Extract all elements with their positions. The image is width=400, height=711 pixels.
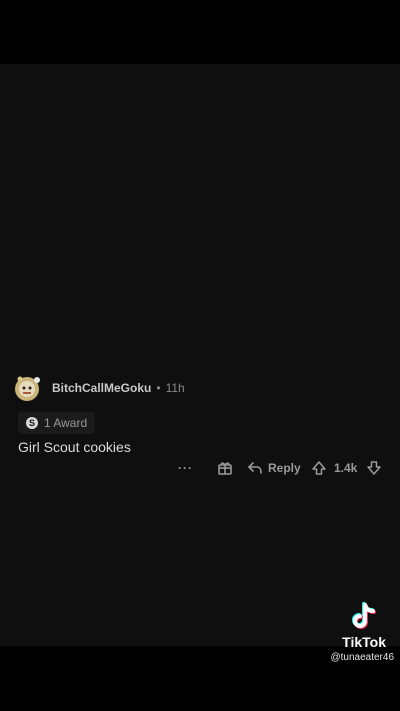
- comment-username[interactable]: BitchCallMeGoku: [52, 381, 151, 395]
- comment-body: Girl Scout cookies: [18, 439, 131, 455]
- downvote-button[interactable]: [366, 457, 382, 479]
- more-options-button[interactable]: ···: [178, 457, 193, 479]
- meta-separator: •: [156, 381, 161, 395]
- comment-age: 11h: [165, 381, 185, 395]
- avatar-image: [15, 376, 40, 401]
- downvote-arrow-icon: [367, 461, 381, 475]
- give-award-button[interactable]: [216, 457, 234, 479]
- reply-label: Reply: [268, 461, 301, 475]
- comment-header: BitchCallMeGoku • 11h: [12, 372, 185, 404]
- tiktok-note-icon: [352, 602, 376, 629]
- comment-actions: ··· Reply 1.4k: [0, 457, 400, 479]
- upvote-button[interactable]: [311, 457, 327, 479]
- award-icon: S: [26, 417, 38, 429]
- award-badge[interactable]: S 1 Award: [18, 412, 96, 434]
- upvote-arrow-icon: [312, 461, 326, 475]
- reply-button[interactable]: Reply: [247, 457, 301, 479]
- award-label: 1 Award: [44, 416, 88, 430]
- gift-icon: [218, 462, 232, 475]
- screen: BitchCallMeGoku • 11h S 1 Award Girl Sco…: [0, 0, 400, 711]
- vote-score: 1.4k: [334, 461, 358, 475]
- video-frame: BitchCallMeGoku • 11h S 1 Award Girl Sco…: [0, 64, 400, 663]
- avatar[interactable]: [12, 373, 42, 403]
- reply-arrow-icon: [248, 462, 262, 474]
- tiktok-handle: @tunaeater46: [330, 652, 394, 663]
- tiktok-watermark: TikTok @tunaeater46: [330, 602, 394, 663]
- tiktok-brand: TikTok: [342, 634, 386, 650]
